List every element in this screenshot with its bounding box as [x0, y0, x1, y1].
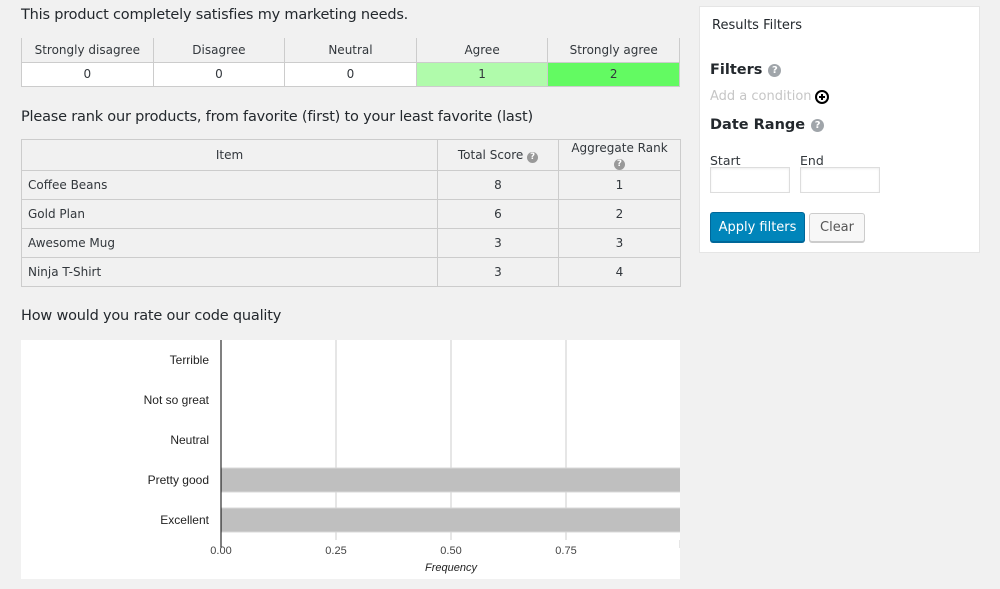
add-condition[interactable]: Add a condition [710, 89, 829, 104]
likert-value-cell: 1 [415, 61, 549, 87]
help-icon[interactable]: ? [614, 158, 625, 170]
item-column-header: Item [21, 139, 438, 171]
help-icon[interactable]: ? [527, 151, 539, 163]
start-label: Start [710, 153, 741, 168]
panel-title: Results Filters [712, 18, 803, 33]
total-score-cell: 3 [437, 257, 559, 287]
likert-question-title: This product completely satisfies my mar… [21, 7, 409, 23]
code-quality-question-title: How would you rate our code quality [21, 308, 282, 324]
category-label: Pretty good [148, 473, 209, 487]
bar-chart-svg: Terrible Not so great Neutral Pretty good Ex… [144, 340, 680, 574]
likert-results-table: Strongly disagree Disagree Neutral Agree… [21, 38, 680, 87]
x-tick-label: 0.50 [440, 545, 461, 557]
likert-header-row: Strongly disagree Disagree Neutral Agree… [21, 38, 680, 63]
likert-header-cell: Strongly disagree [21, 38, 154, 63]
ranking-results-table: Item Total Score ? Aggregate Rank ? Coff… [21, 139, 681, 287]
category-label: Excellent [160, 513, 209, 527]
aggregate-rank-header-label: Aggregate Rank [571, 140, 668, 155]
aggregate-rank-cell: 4 [558, 257, 681, 287]
category-label: Terrible [170, 353, 210, 367]
likert-values-row: 0 0 0 1 2 [21, 61, 680, 87]
item-cell: Gold Plan [21, 199, 438, 229]
category-label: Not so great [144, 393, 210, 407]
aggregate-rank-cell: 1 [558, 170, 681, 200]
x-tick-label: 0.75 [555, 545, 576, 557]
item-header-label: Item [215, 148, 244, 162]
ranking-question-title: Please rank our products, from favorite … [21, 109, 533, 125]
end-date-input[interactable] [800, 167, 880, 193]
total-score-column-header: Total Score ? [437, 139, 559, 171]
add-condition-label: Add a condition [710, 89, 812, 104]
likert-value-cell: 0 [284, 61, 417, 87]
item-cell: Coffee Beans [21, 170, 438, 200]
total-score-cell: 3 [437, 228, 559, 258]
item-cell: Awesome Mug [21, 228, 438, 258]
likert-header-cell: Agree [415, 38, 549, 63]
likert-header-cell: Neutral [284, 38, 417, 63]
ranking-header-row: Item Total Score ? Aggregate Rank ? [21, 139, 681, 171]
x-axis-title: Frequency [425, 562, 478, 574]
total-score-header-label: Total Score [457, 147, 524, 162]
filters-heading-label: Filters [710, 62, 763, 78]
help-icon[interactable]: ? [811, 119, 825, 132]
likert-value-cell: 0 [152, 61, 286, 87]
x-tick-label: 0.00 [210, 545, 231, 557]
item-cell: Ninja T-Shirt [21, 257, 438, 287]
table-row: Awesome Mug 3 3 [21, 228, 681, 258]
category-label: Neutral [170, 433, 209, 447]
apply-filters-button[interactable]: Apply filters [710, 212, 805, 242]
bar [220, 467, 680, 493]
x-tick-label: 0.25 [325, 545, 346, 557]
aggregate-rank-cell: 3 [558, 228, 681, 258]
code-quality-chart: Terrible Not so great Neutral Pretty good Ex… [21, 340, 680, 579]
end-label: End [800, 153, 824, 168]
aggregate-rank-column-header: Aggregate Rank ? [558, 139, 681, 171]
help-icon[interactable]: ? [768, 64, 782, 77]
table-row: Ninja T-Shirt 3 4 [21, 257, 681, 287]
filters-heading: Filters? [710, 62, 782, 78]
table-row: Coffee Beans 8 1 [21, 170, 681, 200]
table-row: Gold Plan 6 2 [21, 199, 681, 229]
results-filters-panel: Results Filters Filters? Add a condition… [699, 6, 980, 253]
likert-value-cell: 0 [21, 61, 154, 87]
likert-header-cell: Strongly agree [547, 38, 680, 63]
bar [220, 507, 680, 533]
total-score-cell: 8 [437, 170, 559, 200]
date-range-heading-label: Date Range [710, 117, 806, 133]
total-score-cell: 6 [437, 199, 559, 229]
plus-circle-icon[interactable] [814, 90, 829, 104]
date-range-heading: Date Range? [710, 117, 825, 133]
start-date-input[interactable] [710, 167, 790, 193]
clear-button[interactable]: Clear [809, 213, 865, 242]
likert-value-cell: 2 [547, 61, 680, 87]
likert-header-cell: Disagree [152, 38, 286, 63]
aggregate-rank-cell: 2 [558, 199, 681, 229]
